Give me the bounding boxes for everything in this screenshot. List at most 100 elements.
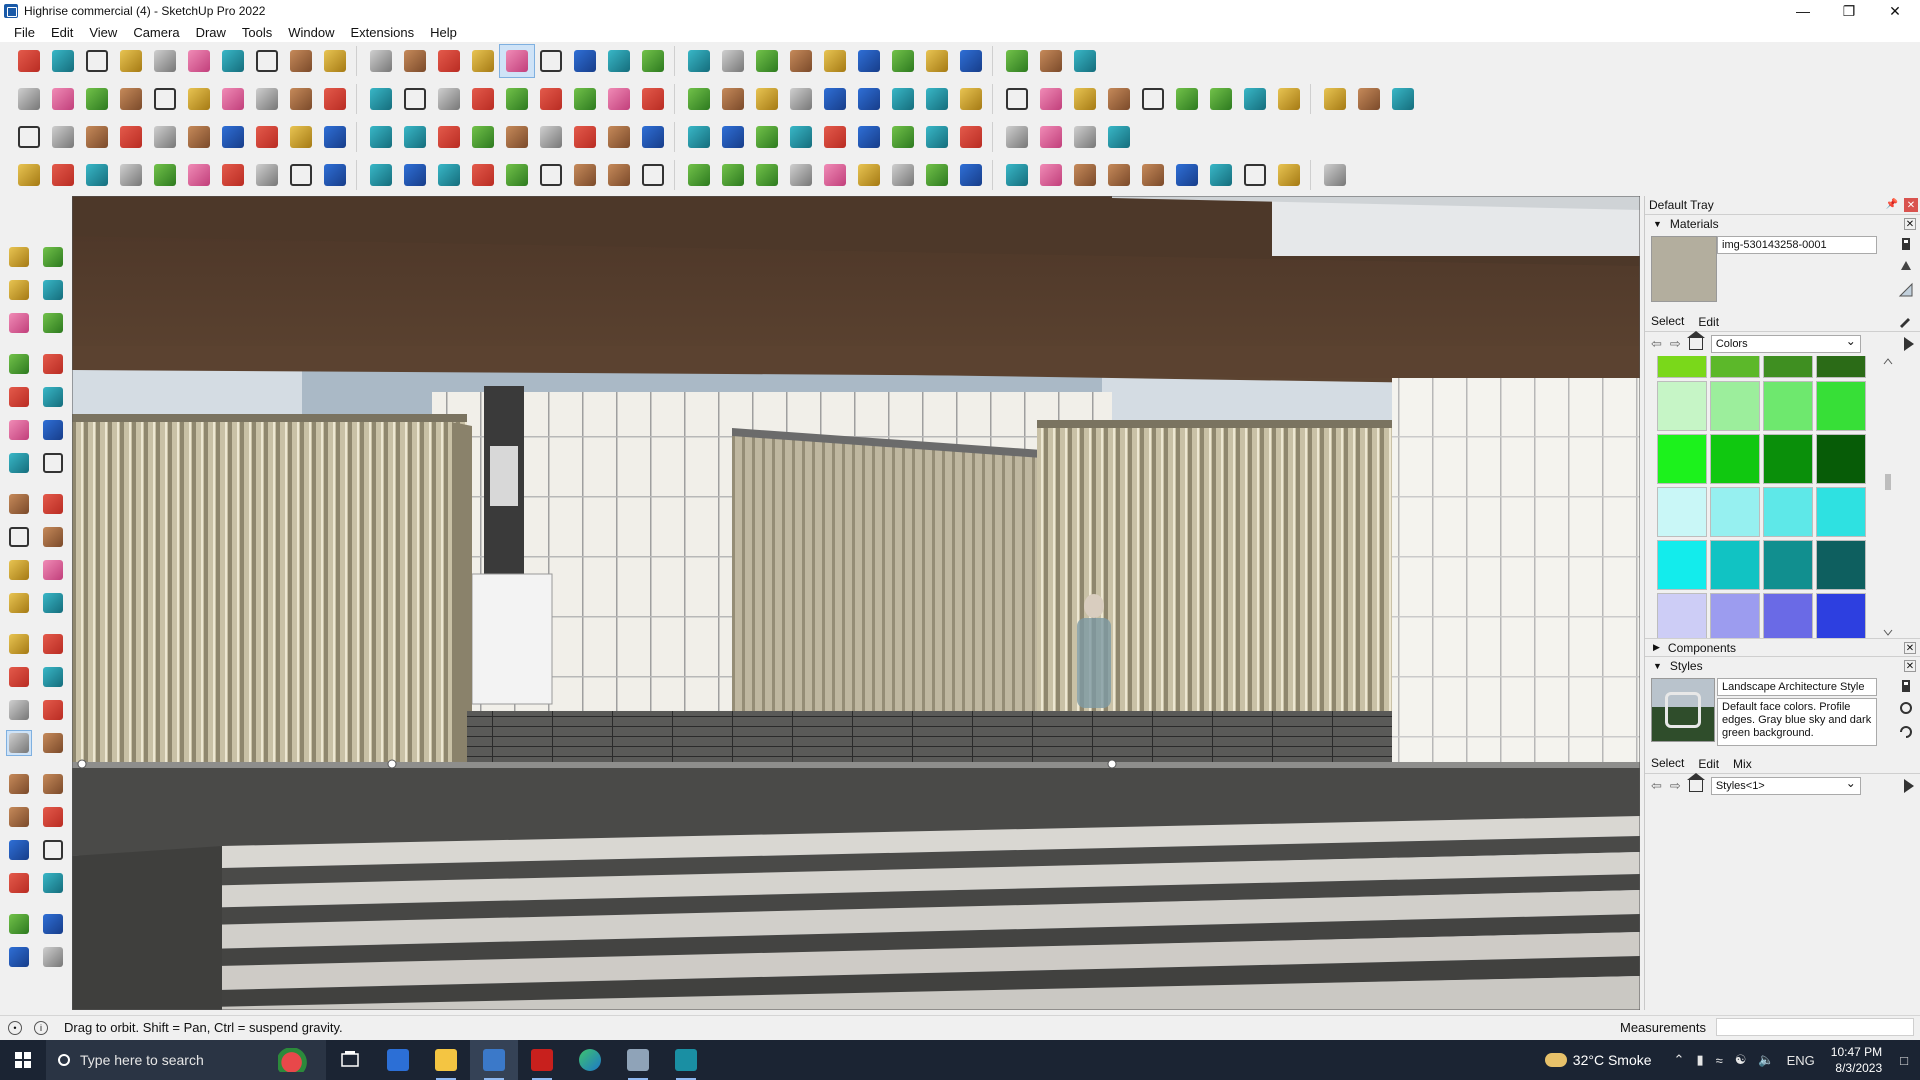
home-icon[interactable]: [1686, 331, 1705, 350]
color-swatch[interactable]: [1657, 540, 1707, 590]
text-icon[interactable]: [432, 45, 466, 77]
pencil-icon[interactable]: [114, 45, 148, 77]
panel-icon[interactable]: [148, 121, 182, 153]
tape-icon[interactable]: [398, 45, 432, 77]
move-icon[interactable]: [7, 525, 31, 549]
profile-icon[interactable]: [784, 45, 818, 77]
wire-icon[interactable]: [318, 83, 352, 115]
section-plane-icon[interactable]: [568, 83, 602, 115]
arc2-icon[interactable]: [41, 451, 65, 475]
acrobat-icon[interactable]: [518, 1040, 566, 1080]
color-swatch[interactable]: [1816, 487, 1866, 537]
line-chain-icon[interactable]: [46, 159, 80, 191]
edge-icon[interactable]: [566, 1040, 614, 1080]
material-library-dropdown[interactable]: Colors: [1710, 334, 1861, 353]
columns-icon[interactable]: [568, 159, 602, 191]
matrix-icon[interactable]: [1102, 121, 1136, 153]
file-explorer-icon[interactable]: [422, 1040, 470, 1080]
leaf-icon[interactable]: [682, 159, 716, 191]
car-icon[interactable]: [80, 159, 114, 191]
forks3-icon[interactable]: [1272, 159, 1306, 191]
lasso-icon[interactable]: [148, 45, 182, 77]
start-button[interactable]: [0, 1040, 46, 1080]
color-swatch[interactable]: [1816, 434, 1866, 484]
louvre2-icon[interactable]: [1102, 159, 1136, 191]
back-arrow-icon[interactable]: ⇦: [1651, 336, 1662, 352]
menu-view[interactable]: View: [81, 25, 125, 40]
roof-icon[interactable]: [636, 83, 670, 115]
style-thumbnail[interactable]: [1651, 678, 1715, 742]
gear-icon[interactable]: [148, 159, 182, 191]
slope-icon[interactable]: [784, 159, 818, 191]
bottom-view-icon[interactable]: [216, 83, 250, 115]
zoom-extents-icon[interactable]: [602, 45, 636, 77]
fog-icon[interactable]: [920, 83, 954, 115]
protractor-icon[interactable]: [7, 665, 31, 689]
color-swatch[interactable]: [1763, 434, 1813, 484]
undo-arc-icon[interactable]: [716, 121, 750, 153]
frame-icon[interactable]: [216, 121, 250, 153]
warehouse-icon[interactable]: [1068, 45, 1102, 77]
menu-extensions[interactable]: Extensions: [343, 25, 423, 40]
right-view-icon[interactable]: [114, 83, 148, 115]
coil-icon[interactable]: [216, 159, 250, 191]
fence-icon[interactable]: [886, 159, 920, 191]
refresh-style-icon[interactable]: [1898, 724, 1914, 740]
menu-edit[interactable]: Edit: [43, 25, 81, 40]
wall-icon[interactable]: [682, 83, 716, 115]
cross-icon[interactable]: [1034, 121, 1068, 153]
restore-button[interactable]: ❐: [1826, 0, 1872, 22]
comb-icon[interactable]: [602, 159, 636, 191]
menu-file[interactable]: File: [6, 25, 43, 40]
language-indicator[interactable]: ENG: [1787, 1053, 1815, 1068]
eraser-icon[interactable]: [80, 45, 114, 77]
wheel2-icon[interactable]: [1204, 159, 1238, 191]
component-icon[interactable]: [7, 311, 31, 335]
walk-icon[interactable]: [7, 871, 31, 895]
calculator-icon[interactable]: [374, 1040, 422, 1080]
materials-close-icon[interactable]: ✕: [1904, 218, 1916, 230]
section-cut-icon[interactable]: [41, 912, 65, 936]
wall2-icon[interactable]: [954, 159, 988, 191]
arc-icon[interactable]: [1238, 83, 1272, 115]
circle-icon[interactable]: [7, 418, 31, 442]
material-swatch[interactable]: [1651, 236, 1717, 302]
style-icon[interactable]: [852, 83, 886, 115]
material-name-field[interactable]: img-530143258-0001: [1717, 236, 1877, 254]
lasso-tool-icon[interactable]: [568, 121, 602, 153]
color-swatch[interactable]: [1816, 593, 1866, 638]
brush2-icon[interactable]: [1238, 159, 1272, 191]
task-view-icon[interactable]: [326, 1040, 374, 1080]
tab-mix[interactable]: Mix: [1733, 757, 1752, 771]
home-icon[interactable]: [1686, 773, 1705, 792]
zoom-window-icon[interactable]: [41, 772, 65, 796]
label-icon[interactable]: [852, 121, 886, 153]
iso-view-icon[interactable]: [12, 83, 46, 115]
menu-help[interactable]: Help: [422, 25, 465, 40]
zoom-icon[interactable]: [12, 45, 46, 77]
weather-widget[interactable]: 32°C Smoke: [1544, 1052, 1652, 1068]
layers-icon[interactable]: [682, 45, 716, 77]
hatch-icon[interactable]: [1034, 159, 1068, 191]
circle-icon[interactable]: [1136, 83, 1170, 115]
push-pull-icon[interactable]: [41, 525, 65, 549]
cloud-icon[interactable]: [182, 159, 216, 191]
style-description-field[interactable]: Default face colors. Profile edges. Gray…: [1717, 698, 1877, 746]
spiral-icon[interactable]: [1272, 83, 1306, 115]
scale-icon[interactable]: [7, 591, 31, 615]
spline-icon[interactable]: [12, 159, 46, 191]
app-3-icon[interactable]: [662, 1040, 710, 1080]
create-style-icon[interactable]: [1898, 678, 1914, 694]
drape-icon[interactable]: [250, 159, 284, 191]
color-swatch[interactable]: [1710, 434, 1760, 484]
tape-icon[interactable]: [7, 632, 31, 656]
pie-icon[interactable]: [7, 492, 31, 516]
color-swatch[interactable]: [1816, 381, 1866, 431]
arc-icon[interactable]: [7, 451, 31, 475]
paw-icon[interactable]: [636, 159, 670, 191]
previous-view-icon[interactable]: [41, 805, 65, 829]
cone-icon[interactable]: [466, 121, 500, 153]
freehand-icon[interactable]: [41, 352, 65, 376]
redo-icon[interactable]: [1034, 45, 1068, 77]
render-icon[interactable]: [954, 83, 988, 115]
